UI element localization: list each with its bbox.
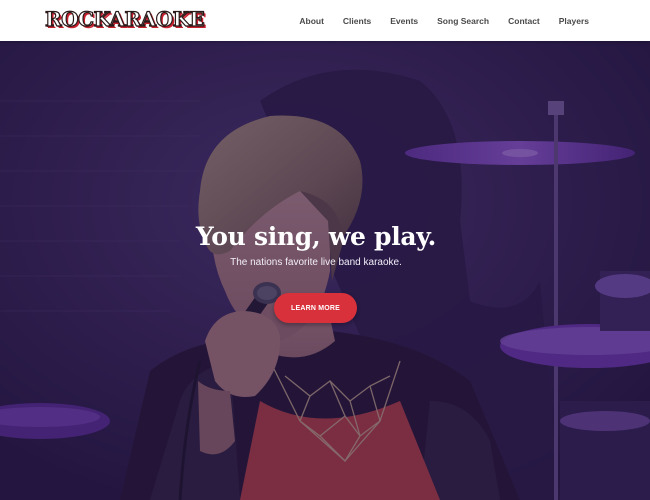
logo-text: ROCKARAOKE	[44, 7, 205, 31]
nav-song-search[interactable]: Song Search	[437, 16, 489, 26]
nav-events[interactable]: Events	[390, 16, 418, 26]
nav-players[interactable]: Players	[559, 16, 589, 26]
hero-subline: The nations favorite live band karaoke.	[230, 257, 402, 268]
hero-headline: You sing, we play.	[195, 222, 437, 251]
main-nav: About Clients Events Song Search Contact…	[299, 0, 589, 41]
learn-more-button[interactable]: LEARN MORE	[274, 293, 357, 323]
hero-overlay	[0, 41, 650, 500]
nav-clients[interactable]: Clients	[343, 16, 371, 26]
logo[interactable]: ROCKARAOKE	[44, 6, 205, 32]
hero-section: You sing, we play. The nations favorite …	[0, 41, 650, 500]
site-header: ROCKARAOKE About Clients Events Song Sea…	[0, 0, 650, 41]
nav-contact[interactable]: Contact	[508, 16, 540, 26]
nav-about[interactable]: About	[299, 16, 324, 26]
